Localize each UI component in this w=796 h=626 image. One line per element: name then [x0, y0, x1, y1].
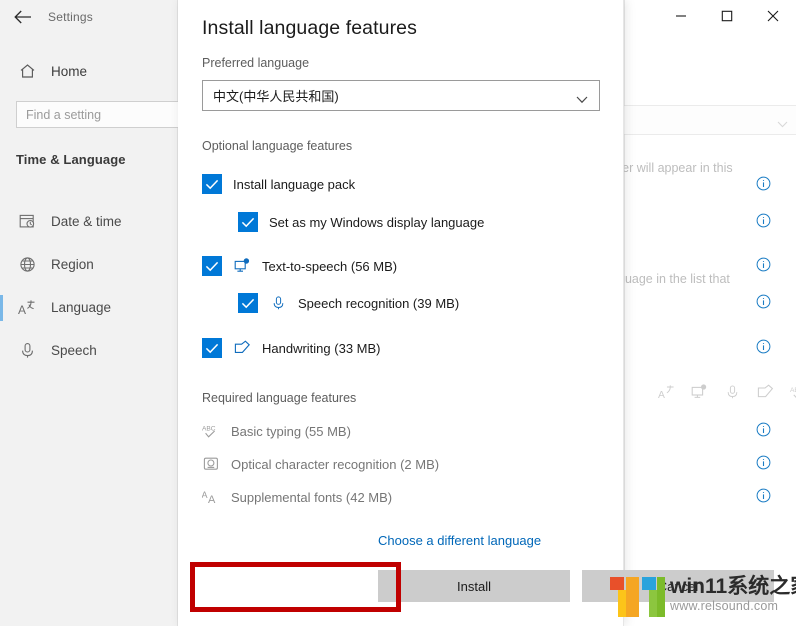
svg-text:A: A — [208, 494, 216, 505]
checkbox-checked[interactable] — [238, 293, 258, 313]
optional-features-heading: Optional language features — [202, 139, 353, 153]
preferred-language-value: 中文(中华人民共和国) — [213, 89, 339, 104]
watermark-text: win11系统之家 www.relsound.com — [670, 574, 796, 614]
info-icon[interactable] — [756, 176, 771, 191]
preferred-language-select[interactable]: 中文(中华人民共和国) — [202, 80, 600, 111]
microphone-icon — [16, 340, 38, 362]
text-to-speech-icon — [233, 257, 251, 275]
watermark-main-text: win11系统之家 — [670, 574, 796, 598]
feature-label: Text-to-speech (56 MB) — [262, 258, 398, 274]
sidebar-item-date-time[interactable]: Date & time — [0, 200, 178, 243]
watermark-logo-icon — [608, 571, 666, 619]
fonts-aa-icon: A A — [202, 488, 220, 506]
minimize-icon[interactable] — [658, 0, 704, 32]
dialog-title: Install language features — [202, 17, 417, 39]
globe-icon — [16, 254, 38, 276]
feature-label: Install language pack — [233, 176, 356, 192]
sidebar-item-label: Speech — [51, 343, 97, 358]
info-icon[interactable] — [756, 339, 771, 354]
text-to-speech-icon — [689, 382, 709, 402]
background-text-line-2: guage in the list that — [618, 272, 730, 286]
chevron-down-icon — [576, 91, 588, 109]
checkbox-checked[interactable] — [238, 212, 258, 232]
selection-indicator — [0, 295, 3, 321]
close-icon[interactable] — [750, 0, 796, 32]
sidebar-titlebar: Settings — [0, 0, 178, 34]
feature-label: Speech recognition (39 MB) — [298, 295, 460, 311]
microphone-icon — [722, 382, 742, 402]
search-input[interactable] — [26, 107, 179, 122]
sidebar-item-speech[interactable]: Speech — [0, 329, 178, 372]
install-button[interactable]: Install — [378, 570, 570, 602]
choose-different-language-link[interactable]: Choose a different language — [378, 533, 541, 548]
checkbox-row-handwriting[interactable]: Handwriting (33 MB) — [202, 336, 381, 360]
install-language-features-dialog: Install language features Preferred lang… — [178, 0, 774, 626]
background-text-line-1: rer will appear in this — [618, 161, 733, 175]
calendar-clock-icon — [16, 211, 38, 233]
checkbox-checked[interactable] — [202, 256, 222, 276]
handwriting-icon — [755, 382, 775, 402]
sidebar-nav-list: Date & time Region A Language Speech — [0, 200, 178, 372]
feature-label: Basic typing (55 MB) — [231, 423, 351, 439]
feature-label: Supplemental fonts (42 MB) — [231, 489, 393, 505]
basic-typing-icon: ABC — [788, 382, 796, 402]
sidebar-item-label: Region — [51, 257, 94, 272]
window-controls — [658, 0, 796, 32]
sidebar-item-label: Language — [51, 300, 112, 315]
checkbox-row-text-to-speech[interactable]: Text-to-speech (56 MB) — [202, 254, 397, 278]
svg-text:ABC: ABC — [790, 387, 796, 394]
sidebar-item-home[interactable]: Home — [0, 53, 178, 89]
microphone-icon — [269, 294, 287, 312]
svg-text:A: A — [202, 490, 208, 500]
back-arrow-icon[interactable] — [6, 0, 40, 34]
info-icon[interactable] — [756, 422, 771, 437]
checkbox-row-install-language-pack[interactable]: Install language pack — [202, 172, 355, 196]
language-a-icon: A — [16, 297, 38, 319]
required-row-ocr: Optical character recognition (2 MB) — [202, 452, 439, 476]
sidebar-item-region[interactable]: Region — [0, 243, 178, 286]
required-row-basic-typing: ABC Basic typing (55 MB) — [202, 419, 351, 443]
info-icon[interactable] — [756, 257, 771, 272]
required-features-heading: Required language features — [202, 391, 357, 405]
home-icon — [16, 60, 38, 82]
info-icon[interactable] — [756, 455, 771, 470]
checkbox-checked[interactable] — [202, 174, 222, 194]
sidebar: Settings Home Time & Language — [0, 0, 180, 626]
feature-label: Optical character recognition (2 MB) — [231, 456, 440, 472]
checkbox-checked[interactable] — [202, 338, 222, 358]
background-feature-icons: A A — [656, 382, 796, 402]
required-row-supplemental-fonts: A A Supplemental fonts (42 MB) — [202, 485, 392, 509]
info-icon[interactable] — [756, 213, 771, 228]
svg-text:A: A — [18, 303, 26, 316]
content-divider — [624, 0, 625, 580]
watermark-sub-text: www.relsound.com — [670, 598, 779, 613]
app-title: Settings — [48, 10, 93, 24]
abc-check-icon: ABC — [202, 422, 220, 440]
handwriting-icon — [233, 339, 251, 357]
checkbox-row-speech-recognition[interactable]: Speech recognition (39 MB) — [238, 291, 459, 315]
chevron-down-icon — [777, 115, 788, 133]
info-icon[interactable] — [756, 488, 771, 503]
sidebar-item-label: Date & time — [51, 214, 122, 229]
ocr-icon — [202, 455, 220, 473]
search-input-wrap[interactable] — [16, 101, 180, 128]
sidebar-group-title: Time & Language — [16, 152, 126, 167]
preferred-language-label: Preferred language — [202, 56, 310, 70]
sidebar-item-language[interactable]: A Language — [0, 286, 178, 329]
feature-label: Handwriting (33 MB) — [262, 340, 381, 356]
screen-root: Settings Home Time & Language — [0, 0, 796, 626]
maximize-icon[interactable] — [704, 0, 750, 32]
sidebar-item-label-home: Home — [51, 63, 88, 79]
language-a-icon: A — [656, 382, 676, 402]
feature-label: Set as my Windows display language — [269, 214, 485, 230]
checkbox-row-set-display-language[interactable]: Set as my Windows display language — [238, 210, 484, 234]
info-icon[interactable] — [756, 294, 771, 309]
svg-text:A: A — [658, 390, 665, 400]
watermark: win11系统之家 www.relsound.com — [608, 566, 796, 624]
background-dropdown — [620, 105, 796, 135]
